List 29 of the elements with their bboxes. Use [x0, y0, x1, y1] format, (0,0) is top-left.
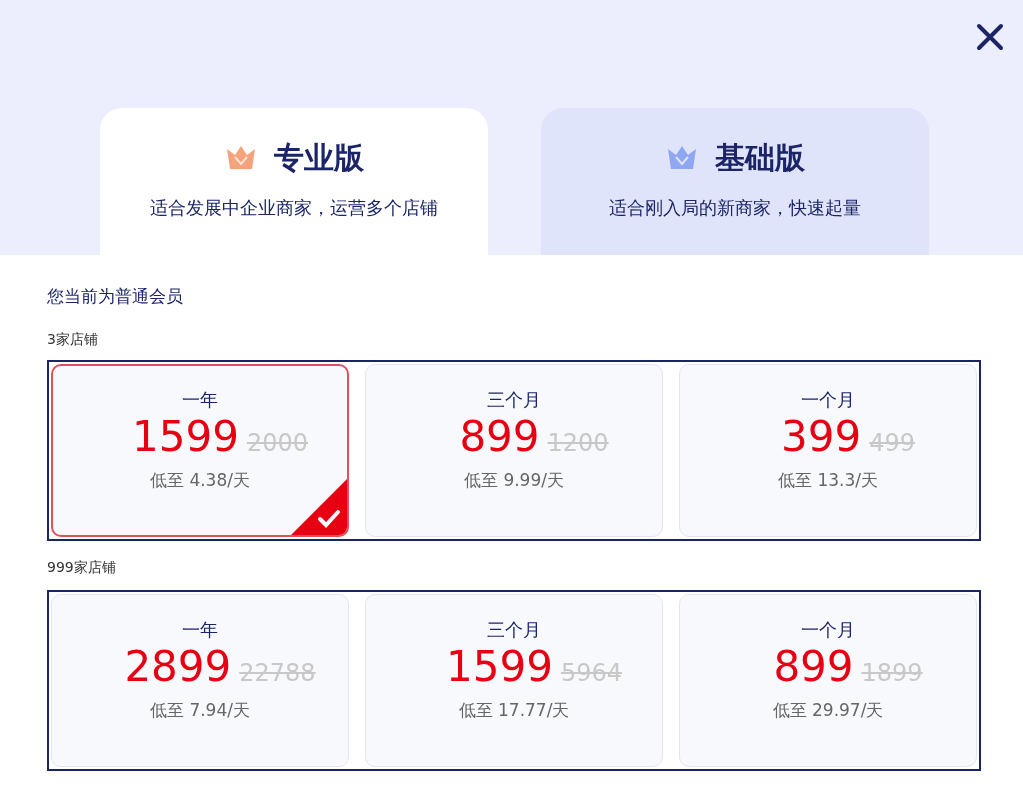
- daily-price: 低至 13.3/天: [778, 469, 878, 492]
- plan-price: 1599: [446, 642, 553, 692]
- plan-price: 1599: [132, 412, 239, 462]
- plan-period: 三个月: [487, 388, 541, 412]
- plan-period: 一个月: [801, 618, 855, 642]
- plan-tab[interactable]: 专业版 适合发展中企业商家，运营多个店铺: [100, 108, 488, 255]
- plan-period: 一年: [182, 388, 218, 412]
- plan-period: 一年: [182, 618, 218, 642]
- plan-price: 899: [459, 412, 540, 462]
- tab-title: 基础版: [715, 139, 805, 177]
- daily-price: 低至 9.99/天: [464, 469, 564, 492]
- daily-price: 低至 17.77/天: [458, 699, 570, 722]
- plan-period: 三个月: [487, 618, 541, 642]
- membership-status: 您当前为普通会员: [47, 285, 184, 308]
- daily-price: 低至 4.38/天: [150, 469, 250, 492]
- store-count-label: 999家店铺: [47, 558, 117, 577]
- close-icon[interactable]: [975, 22, 1005, 52]
- plan-price: 899: [773, 642, 854, 692]
- check-corner-icon: [291, 479, 347, 535]
- tab-subtitle: 适合发展中企业商家，运营多个店铺: [150, 196, 438, 220]
- tab-title: 专业版: [274, 139, 364, 177]
- tab-subtitle: 适合刚入局的新商家，快速起量: [609, 196, 861, 220]
- daily-price: 低至 29.97/天: [772, 699, 884, 722]
- plan-price: 2899: [124, 642, 232, 692]
- store-count-label: 3家店铺: [47, 330, 99, 349]
- plan-period: 一个月: [801, 388, 855, 412]
- plan-tab[interactable]: 基础版 适合刚入局的新商家，快速起量: [541, 108, 929, 255]
- plan-price: 399: [781, 412, 862, 462]
- daily-price: 低至 7.94/天: [150, 699, 250, 722]
